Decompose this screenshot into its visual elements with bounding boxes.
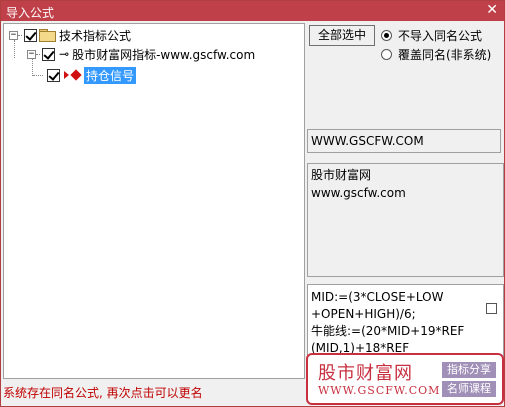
tree-node-group[interactable]: − ⊸ 股市财富网指标-www.gscfw.com	[27, 46, 255, 62]
item-checkbox[interactable]	[47, 68, 60, 82]
watermark-brand: 股市财富网	[318, 363, 413, 384]
option-skip-duplicates[interactable]: 不导入同名公式	[381, 27, 482, 44]
collapse-icon[interactable]: −	[9, 30, 18, 40]
formula-line: MID:=(3*CLOSE+LOW	[311, 290, 444, 304]
import-formula-dialog: 导入公式 ✕ − 技术指标公式 − ⊸ 股市财富网指标-www.gscfw.co…	[0, 0, 505, 407]
tree-node-label: 股市财富网指标-www.gscfw.com	[72, 47, 256, 62]
watermark-domain: WWW.GSCFW.COM	[318, 384, 441, 397]
description-line: www.gscfw.com	[311, 186, 406, 200]
root-checkbox[interactable]	[24, 28, 37, 42]
formula-box-checkbox[interactable]	[486, 303, 497, 314]
close-icon[interactable]: ✕	[486, 2, 498, 18]
website-text: WWW.GSCFW.COM	[311, 134, 424, 148]
option-overwrite-duplicates[interactable]: 覆盖同名(非系统)	[381, 46, 491, 63]
formula-icon	[70, 69, 82, 81]
group-checkbox[interactable]	[42, 47, 55, 61]
watermark-logo: 股市财富网 WWW.GSCFW.COM 指标分享 名师课程	[306, 353, 504, 405]
formula-tree[interactable]: − 技术指标公式 − ⊸ 股市财富网指标-www.gscfw.com 持仓信号	[3, 23, 305, 379]
tree-node-label: 技术指标公式	[59, 28, 132, 43]
option-label: 不导入同名公式	[398, 29, 483, 43]
collapse-icon[interactable]: −	[27, 49, 36, 59]
radio-skip[interactable]	[381, 30, 392, 41]
watermark-tag: 指标分享	[442, 362, 496, 378]
key-icon: ⊸	[59, 47, 70, 61]
formula-line: +OPEN+HIGH)/6;	[311, 307, 416, 321]
select-all-button[interactable]: 全部选中	[309, 25, 375, 46]
description-line: 股市财富网	[311, 168, 372, 182]
description-box: 股市财富网 www.gscfw.com	[307, 163, 504, 277]
tree-connector	[33, 74, 43, 76]
status-message: 系统存在同名公式, 再次点击可以更名	[3, 386, 203, 400]
tree-connector	[36, 53, 40, 55]
formula-line: 牛能线:=(20*MID+19*REF	[311, 324, 465, 338]
title-bar: 导入公式 ✕	[1, 1, 504, 21]
radio-overwrite[interactable]	[381, 49, 392, 60]
folder-icon	[39, 29, 56, 42]
tree-node-label-selected[interactable]: 持仓信号	[84, 66, 137, 84]
arrow-icon	[64, 71, 69, 79]
tree-node-root[interactable]: − 技术指标公式	[9, 27, 131, 43]
watermark-tag: 名师课程	[442, 381, 496, 397]
website-box: WWW.GSCFW.COM	[307, 129, 501, 153]
option-label: 覆盖同名(非系统)	[398, 48, 492, 62]
dialog-title: 导入公式	[6, 6, 55, 20]
tree-node-item[interactable]: 持仓信号	[33, 66, 137, 84]
tree-connector	[18, 34, 22, 36]
